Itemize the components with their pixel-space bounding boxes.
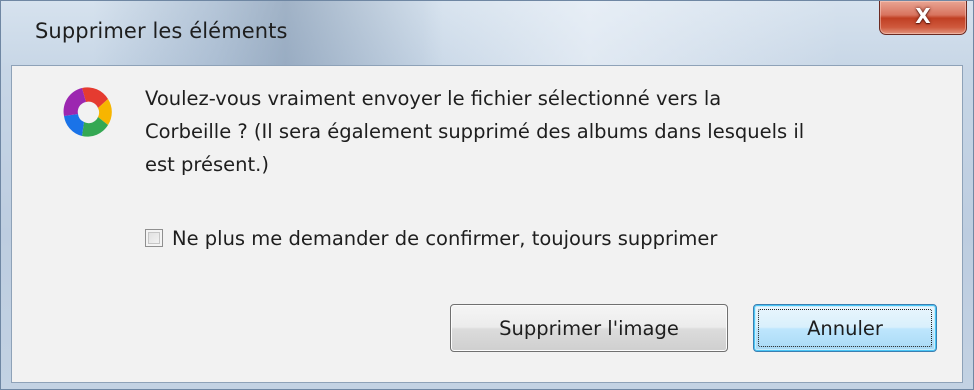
delete-image-button[interactable]: Supprimer l'image	[450, 304, 728, 352]
close-icon: X	[915, 4, 931, 28]
dont-ask-again-checkbox[interactable]	[145, 229, 163, 247]
dont-ask-again-label[interactable]: Ne plus me demander de confirmer, toujou…	[172, 227, 717, 250]
message-line: Voulez-vous vraiment envoyer le fichier …	[145, 87, 722, 110]
message-line: est présent.)	[145, 153, 269, 176]
titlebar-glass-highlight	[421, 1, 841, 65]
dont-ask-again-option[interactable]: Ne plus me demander de confirmer, toujou…	[145, 224, 717, 252]
close-button[interactable]: X	[879, 1, 967, 35]
picasa-logo-icon	[63, 87, 112, 137]
cancel-button[interactable]: Annuler	[753, 304, 937, 352]
window-title: Supprimer les éléments	[35, 19, 288, 43]
dialog-window: Supprimer les éléments X Voulez-vous vra…	[0, 0, 974, 390]
confirmation-message: Voulez-vous vraiment envoyer le fichier …	[145, 82, 935, 181]
dialog-content: Voulez-vous vraiment envoyer le fichier …	[11, 65, 963, 383]
cancel-button-label: Annuler	[807, 316, 883, 340]
message-line: Corbeille ? (Il sera également supprimé …	[145, 120, 805, 143]
